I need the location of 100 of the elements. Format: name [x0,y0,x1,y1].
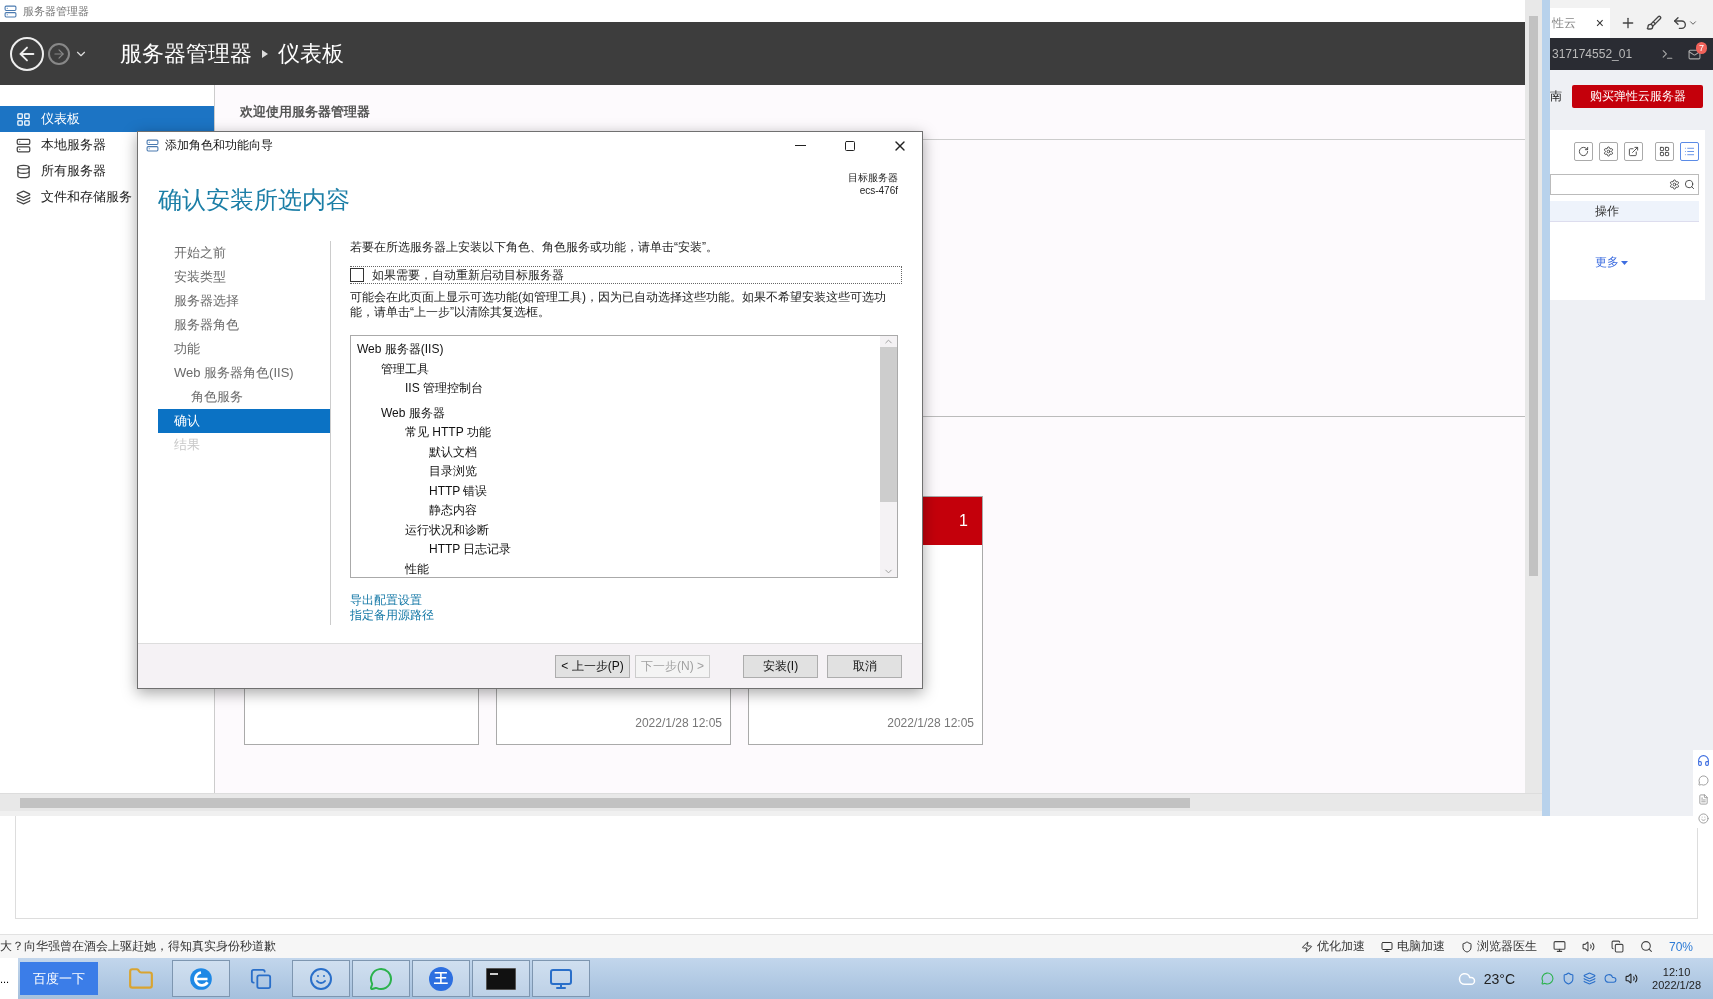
headset-icon [1696,754,1710,767]
feature-item: HTTP 错误 [428,482,489,500]
feature-item: 目录浏览 [428,463,478,480]
feature-item: Web 服务器(IIS) [357,341,445,358]
feature-item: HTTP 日志记录 [428,541,513,558]
link[interactable]: 指定备用源路径 [350,608,434,623]
feature-item: Web 服务器 [380,404,446,422]
wizard-step[interactable]: 角色服务 [158,385,330,409]
breadcrumb-separator-icon [262,49,268,58]
maximize-icon [844,139,856,152]
server-icon [16,137,31,153]
sidebar-item[interactable]: 所有服务器 [0,158,214,184]
search-field[interactable] [1550,174,1699,195]
window-icon [1610,940,1624,953]
temperature: 23°C [1483,970,1516,987]
monitor-icon [1552,940,1566,953]
lightning-icon [1300,940,1313,953]
back-button[interactable] [10,36,44,71]
remote-desktop-icon [549,966,573,991]
servers-icon [16,163,31,179]
shield-icon [1460,940,1473,953]
grid-view-button[interactable] [1655,142,1674,161]
status-tool[interactable]: 浏览器医生 [1460,938,1537,955]
sidebar-item[interactable]: 仪表板 [0,106,214,132]
smiley-icon [1697,813,1709,824]
wizard-step[interactable]: 功能 [158,337,330,361]
wizard-step[interactable]: 安装类型 [158,265,330,289]
note-text: 可能会在此页面上显示可选功能(如管理工具)，因为已自动选择这些功能。如果不希望安装这些可选功能，请单击“上一步”以清除其复选框。 [350,290,887,320]
wizard-step[interactable]: 服务器角色 [158,313,330,337]
status-tool[interactable]: 优化加速 [1300,938,1365,955]
terminal-icon [1661,47,1674,61]
forward-button[interactable] [48,42,70,65]
restart-option[interactable]: 如果需要，自动重新启动目标服务器 [350,266,902,284]
more-button[interactable]: ... [0,958,18,999]
welcome-title: 欢迎使用服务器管理器 [240,103,370,121]
instruction-text: 若要在所选服务器上安装以下角色、角色服务或功能，请单击“安装”。 [350,239,719,256]
gear-icon [1669,179,1680,190]
target-server-label: 目标服务器 [848,171,898,184]
windows-icon [250,967,272,990]
app-icon [146,139,159,152]
app-icon [1583,972,1597,985]
list-view-button[interactable] [1680,142,1699,161]
news-ticker[interactable]: 大？向华强曾在酒会上驱赶她，得知真实身份秒道歉 [0,938,1285,955]
list-icon [1684,146,1695,157]
browser-tab[interactable]: 性云 × [1550,8,1610,38]
account-id: 317174552_01 [1552,47,1634,61]
feature-item: 常见 HTTP 功能 [404,424,492,441]
breadcrumb-item: 服务器管理器 [120,39,252,68]
wizard-step[interactable]: 服务器选择 [158,289,330,313]
undo-icon [1672,15,1688,31]
dashboard-icon [16,111,31,127]
tab-close-button[interactable]: × [1595,15,1604,31]
dialog-button[interactable]: 取消 [827,654,902,678]
buy-button[interactable]: 购买弹性云服务器 [1572,84,1703,108]
more-link[interactable]: 更多 [1595,254,1628,271]
speaker-icon [1581,940,1595,953]
feature-item: 静态内容 [428,502,478,519]
notification-badge: 7 [1696,41,1707,54]
monitor-icon [1380,940,1393,953]
caret-icon [1621,260,1628,265]
nav-link[interactable]: 南 [1550,87,1562,105]
search-button[interactable]: 百度一下 [20,962,98,995]
target-server-name: ecs-476f [859,184,898,197]
horizontal-scrollbar[interactable] [0,793,1542,812]
dialog-button[interactable]: < 上一步(P) [555,654,630,678]
vertical-scrollbar[interactable] [1525,0,1542,794]
clock[interactable]: 12:10 2022/1/28 [1652,965,1701,992]
page-heading: 确认安装所选内容 [158,185,350,215]
settings-icon [1603,146,1614,157]
alert-count: 1 [959,512,968,530]
storage-icon [16,189,31,205]
tile-timestamp: 2022/1/28 12:05 [635,716,722,730]
checkbox[interactable] [350,268,364,282]
shield-icon [1562,972,1576,985]
feature-item: 默认文档 [428,443,478,461]
export-button[interactable] [1624,142,1643,161]
zoom-level[interactable]: 70% [1668,939,1693,954]
minimize-icon [794,145,806,146]
app-icon [4,4,17,18]
chat-icon [369,966,393,991]
feature-item: 管理工具 [380,360,430,378]
dialog-title: 添加角色和功能向导 [165,137,274,154]
wizard-step[interactable]: Web 服务器角色(IIS) [158,361,330,385]
dialog-button[interactable]: 安装(I) [743,654,818,678]
forward-arrow-icon [52,46,66,61]
status-tool[interactable]: 电脑加速 [1380,938,1445,955]
wizard-step[interactable]: 确认 [158,409,330,433]
broom-icon [1646,15,1662,31]
grid-icon [1659,146,1670,157]
zoom-icon [1639,940,1653,953]
list-scrollbar[interactable] [880,336,897,577]
refresh-button[interactable] [1574,142,1593,161]
caret-icon [1688,18,1698,28]
taskbar-app[interactable] [472,960,530,997]
wizard-step[interactable]: 开始之前 [158,241,330,265]
settings-button[interactable] [1599,142,1618,161]
checkbox-label: 如果需要，自动重新启动目标服务器 [372,266,564,284]
link[interactable]: 导出配置设置 [350,593,422,608]
speaker-icon [1625,972,1639,985]
taskbar-app[interactable]: 王 [412,960,470,997]
